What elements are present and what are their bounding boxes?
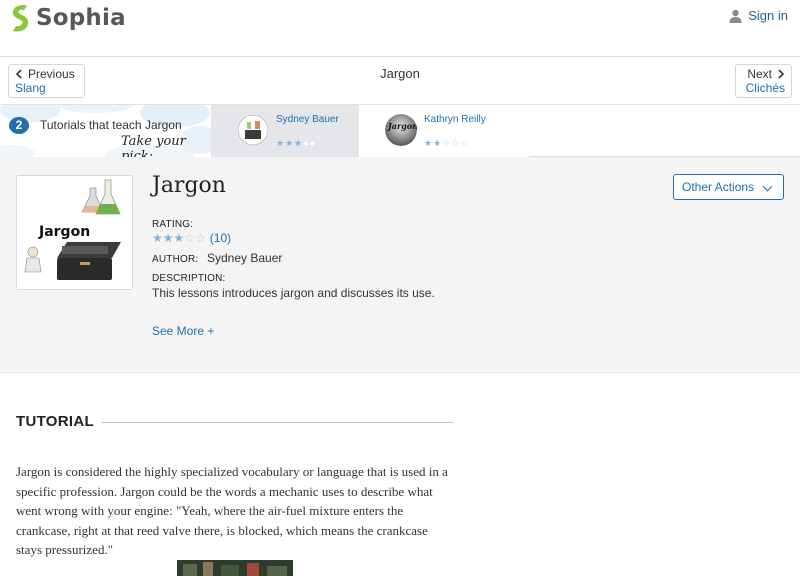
- lesson-thumbnail-image: Jargon: [17, 176, 132, 289]
- thumbnail-text: Jargon: [38, 224, 90, 240]
- rating-stars: ★★★☆☆: [152, 231, 206, 245]
- user-icon: [729, 9, 742, 23]
- star-icon: ★★★: [276, 138, 304, 148]
- take-your-pick-label: Take your pick:: [121, 134, 186, 157]
- sophia-logo-icon: [12, 5, 29, 32]
- lesson-nav-title: Jargon: [380, 66, 420, 81]
- rating-row: ★★★☆☆ (10): [152, 231, 231, 245]
- lesson-nav-bar: Previous Slang Jargon Next Clichés: [0, 57, 800, 105]
- tutorial-count-badge: 2: [9, 117, 29, 134]
- next-lesson-name: Clichés: [745, 81, 785, 95]
- author-label: AUTHOR:: [152, 254, 199, 265]
- sign-in-label: Sign in: [748, 8, 788, 23]
- sign-in-link[interactable]: Sign in: [729, 8, 788, 23]
- tutorial-option-sydney-bauer[interactable]: Sydney Bauer ★★★●●: [211, 105, 359, 157]
- tutorial-body-text: Jargon is considered the highly speciali…: [16, 464, 448, 557]
- tutorial-option-kathryn-reilly[interactable]: Jargon Kathryn Reilly ★★☆☆☆: [359, 105, 529, 157]
- rating-count-link[interactable]: (10): [210, 231, 231, 245]
- tutorials-strip-intro: 2 Tutorials that teach Jargon Take your …: [0, 105, 211, 157]
- tutorial-heading: TUTORIAL: [16, 413, 94, 430]
- tutorial-author-name: Sydney Bauer: [276, 114, 339, 125]
- svg-text:Jargon: Jargon: [386, 121, 417, 131]
- rating-label: RATING:: [152, 219, 194, 230]
- lesson-title: Jargon: [152, 173, 226, 198]
- logo-text: Sophia: [36, 5, 126, 31]
- tutorial-image: [177, 560, 293, 576]
- tutorial-heading-divider: [101, 422, 454, 423]
- tutorials-strip: 2 Tutorials that teach Jargon Take your …: [0, 105, 800, 157]
- site-header: Sophia Sign in: [0, 0, 800, 57]
- tutorials-strip-label: Tutorials that teach Jargon: [40, 118, 182, 132]
- tutorial-rating-stars: ★★☆☆☆: [424, 138, 469, 149]
- star-icon: ★★: [424, 138, 443, 148]
- other-actions-dropdown[interactable]: Other Actions: [673, 174, 784, 200]
- sophia-logo[interactable]: Sophia: [8, 4, 126, 32]
- star-icon: ★★★: [152, 231, 185, 245]
- lesson-details: Jargon Jargon Other Actions RATING: ★★★☆…: [0, 157, 800, 373]
- tutorial-thumbnail: Jargon: [385, 114, 417, 146]
- next-lesson-button[interactable]: Next Clichés: [735, 64, 792, 98]
- author-value: Sydney Bauer: [207, 251, 283, 265]
- chevron-down-icon: [762, 181, 773, 192]
- tutorial-rating-stars: ★★★●●: [276, 138, 316, 149]
- description-label: DESCRIPTION:: [152, 273, 226, 284]
- star-empty-icon: ☆☆☆: [442, 138, 470, 148]
- tutorial-image-content: [177, 560, 293, 576]
- previous-lesson-name: Slang: [15, 81, 46, 95]
- see-more-link[interactable]: See More +: [152, 324, 214, 338]
- star-empty-icon: ●●: [303, 138, 317, 148]
- thumbnail-image: Jargon: [385, 114, 417, 146]
- star-empty-icon: ☆☆: [184, 231, 206, 245]
- next-label: Next: [742, 67, 785, 81]
- lesson-thumbnail: Jargon: [16, 175, 133, 290]
- next-dir-text: Next: [747, 67, 772, 81]
- other-actions-label: Other Actions: [682, 180, 755, 194]
- tutorial-thumbnail: [237, 114, 269, 146]
- description-value: This lessons introduces jargon and discu…: [152, 286, 435, 300]
- thumbnail-image: [237, 114, 269, 146]
- tutorial-author-name: Kathryn Reilly: [424, 114, 486, 125]
- chevron-right-icon: [778, 69, 785, 79]
